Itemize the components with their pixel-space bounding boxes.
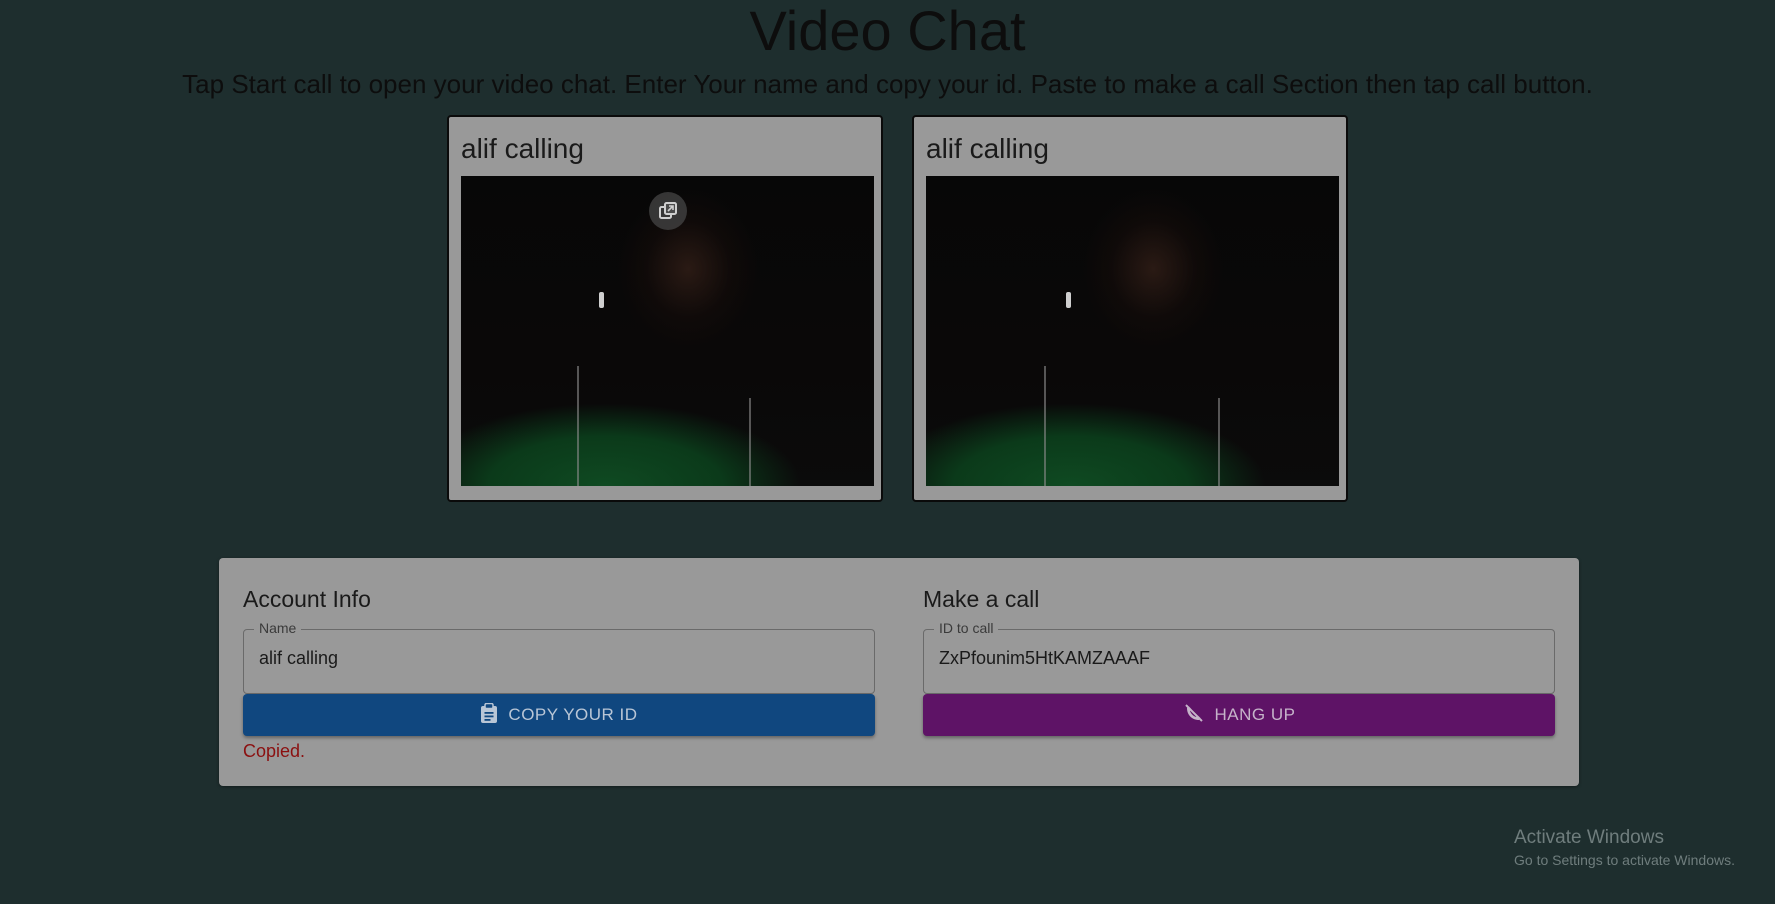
earphone-highlight — [1066, 292, 1071, 308]
id-to-call-input[interactable] — [939, 648, 1539, 669]
phone-disabled-icon — [1183, 702, 1205, 729]
name-field-label: Name — [254, 620, 302, 636]
hang-up-button[interactable]: HANG UP — [923, 694, 1555, 736]
clipboard-icon — [480, 702, 498, 728]
earphone-highlight — [599, 292, 604, 308]
my-video-name: alif calling — [461, 133, 584, 164]
earphone-cord — [577, 366, 579, 486]
account-info-section: Account Info Name COPY YOUR ID Copie — [243, 558, 875, 786]
watermark-subtitle: Go to Settings to activate Windows. — [1514, 852, 1735, 868]
hang-up-label: HANG UP — [1214, 705, 1296, 724]
make-call-title: Make a call — [923, 586, 1040, 612]
watermark-title: Activate Windows — [1514, 827, 1664, 848]
page-instructions: Tap Start call to open your video chat. … — [182, 69, 1593, 99]
remote-video-card: alif calling — [912, 115, 1348, 502]
remote-video-name: alif calling — [926, 133, 1049, 164]
activate-windows-watermark: Activate Windows Go to Settings to activ… — [1514, 826, 1735, 870]
picture-in-picture-icon[interactable] — [649, 192, 687, 230]
my-video-card: alif calling — [447, 115, 883, 502]
my-video-stream[interactable] — [461, 176, 874, 486]
remote-video-stream[interactable] — [926, 176, 1339, 486]
account-info-title: Account Info — [243, 586, 371, 612]
make-call-section: Make a call ID to call HANG UP — [923, 558, 1555, 786]
copy-id-label: COPY YOUR ID — [508, 705, 638, 724]
name-field[interactable]: Name — [243, 620, 875, 694]
name-input[interactable] — [259, 648, 859, 669]
controls-panel: Account Info Name COPY YOUR ID Copie — [219, 558, 1579, 786]
earphone-cord — [1218, 398, 1220, 486]
earphone-cord — [1044, 366, 1046, 486]
copy-id-button[interactable]: COPY YOUR ID — [243, 694, 875, 736]
page-title: Video Chat — [749, 0, 1026, 62]
id-to-call-field[interactable]: ID to call — [923, 620, 1555, 694]
earphone-cord — [749, 398, 751, 486]
video-chat-page: Video Chat Tap Start call to open your v… — [0, 0, 1775, 904]
copied-status: Copied. — [243, 741, 306, 761]
id-to-call-label: ID to call — [934, 620, 999, 636]
